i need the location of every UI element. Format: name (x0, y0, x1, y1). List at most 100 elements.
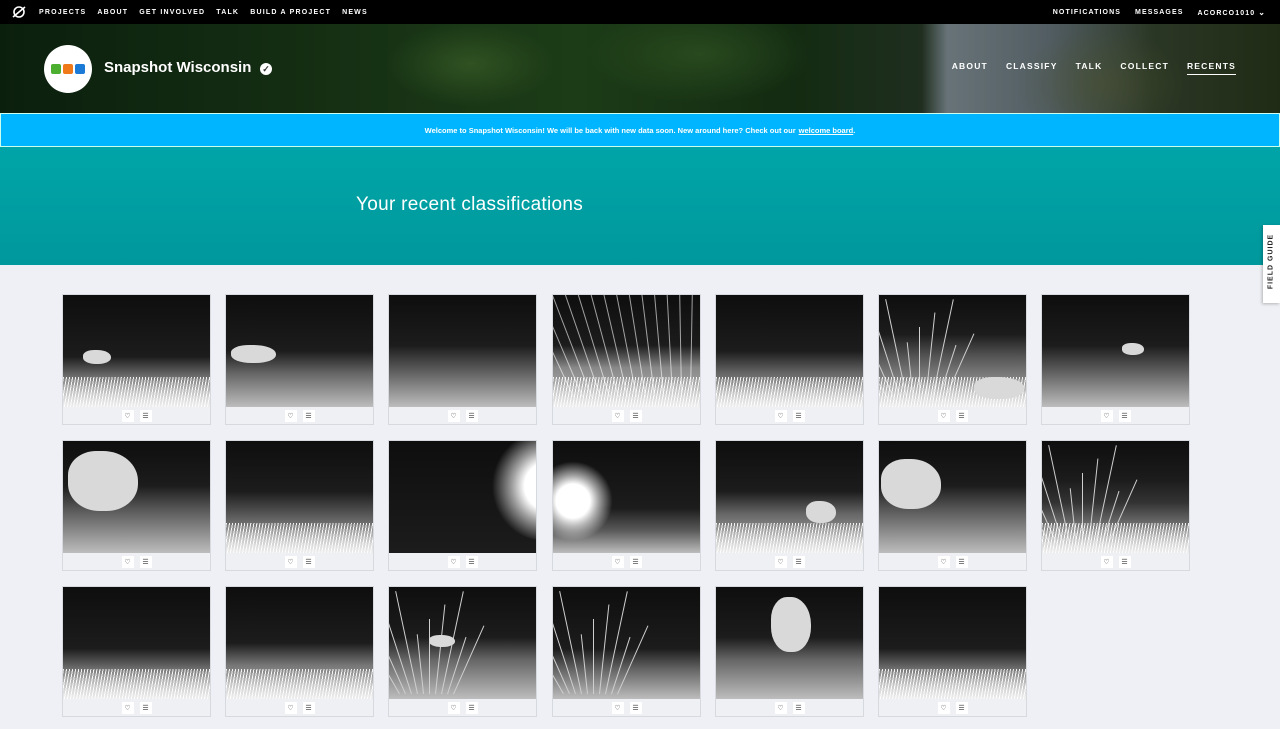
list-icon[interactable]: ☰ (302, 409, 315, 422)
subject-thumbnail[interactable] (226, 441, 373, 553)
heart-icon[interactable]: ♡ (447, 701, 460, 714)
classification-card[interactable]: ♡ ☰ (62, 440, 211, 571)
project-avatar[interactable] (44, 45, 92, 93)
list-icon[interactable]: ☰ (1118, 555, 1131, 568)
heart-icon[interactable]: ♡ (774, 701, 787, 714)
list-icon[interactable]: ☰ (302, 555, 315, 568)
subject-thumbnail[interactable] (389, 587, 536, 699)
zooniverse-logo-icon[interactable] (12, 5, 26, 19)
field-guide-tab[interactable]: FIELD GUIDE (1263, 225, 1280, 303)
classification-card[interactable]: ♡ ☰ (552, 294, 701, 425)
heart-icon[interactable]: ♡ (284, 555, 297, 568)
heart-icon[interactable]: ♡ (611, 555, 624, 568)
welcome-board-link[interactable]: welcome board (799, 126, 854, 135)
heart-icon[interactable]: ♡ (447, 555, 460, 568)
subject-thumbnail[interactable] (226, 295, 373, 407)
list-icon[interactable]: ☰ (465, 555, 478, 568)
classification-card[interactable]: ♡ ☰ (1041, 294, 1190, 425)
classification-card[interactable]: ♡ ☰ (715, 586, 864, 717)
project-nav-classify[interactable]: CLASSIFY (1006, 61, 1058, 75)
list-icon[interactable]: ☰ (139, 409, 152, 422)
list-icon[interactable]: ☰ (629, 409, 642, 422)
field-guide-label: FIELD GUIDE (1267, 233, 1275, 290)
classification-card[interactable]: ♡ ☰ (715, 294, 864, 425)
list-icon[interactable]: ☰ (1118, 409, 1131, 422)
classification-card[interactable]: ♡ ☰ (388, 440, 537, 571)
heart-icon[interactable]: ♡ (611, 409, 624, 422)
site-nav-talk[interactable]: TALK (216, 9, 239, 16)
list-icon[interactable]: ☰ (629, 701, 642, 714)
classification-card[interactable]: ♡ ☰ (62, 586, 211, 717)
classification-card[interactable]: ♡ ☰ (1041, 440, 1190, 571)
list-icon[interactable]: ☰ (302, 701, 315, 714)
project-nav-collect[interactable]: COLLECT (1120, 61, 1169, 75)
classification-card[interactable]: ♡ ☰ (388, 294, 537, 425)
heart-icon[interactable]: ♡ (937, 409, 950, 422)
heart-icon[interactable]: ♡ (774, 555, 787, 568)
subject-thumbnail[interactable] (879, 295, 1026, 407)
list-icon[interactable]: ☰ (465, 409, 478, 422)
site-nav-projects[interactable]: PROJECTS (39, 9, 86, 16)
subject-thumbnail[interactable] (389, 441, 536, 553)
subject-thumbnail[interactable] (389, 295, 536, 407)
list-icon[interactable]: ☰ (139, 701, 152, 714)
classification-card[interactable]: ♡ ☰ (878, 586, 1027, 717)
list-icon[interactable]: ☰ (792, 701, 805, 714)
subject-thumbnail[interactable] (716, 295, 863, 407)
site-nav-get-involved[interactable]: GET INVOLVED (139, 9, 205, 16)
classification-card[interactable]: ♡ ☰ (388, 586, 537, 717)
heart-icon[interactable]: ♡ (121, 409, 134, 422)
classification-card[interactable]: ♡ ☰ (62, 294, 211, 425)
list-icon[interactable]: ☰ (955, 701, 968, 714)
heart-icon[interactable]: ♡ (121, 555, 134, 568)
classification-card[interactable]: ♡ ☰ (552, 440, 701, 571)
classification-card[interactable]: ♡ ☰ (225, 586, 374, 717)
subject-thumbnail[interactable] (1042, 441, 1189, 553)
subject-thumbnail[interactable] (553, 295, 700, 407)
subject-thumbnail[interactable] (63, 587, 210, 699)
subject-thumbnail[interactable] (226, 587, 373, 699)
project-nav-recents[interactable]: RECENTS (1186, 61, 1236, 75)
site-nav-build-a-project[interactable]: BUILD A PROJECT (250, 9, 331, 16)
heart-icon[interactable]: ♡ (284, 409, 297, 422)
heart-icon[interactable]: ♡ (937, 701, 950, 714)
heart-icon[interactable]: ♡ (774, 409, 787, 422)
subject-thumbnail[interactable] (63, 441, 210, 553)
heart-icon[interactable]: ♡ (447, 409, 460, 422)
messages-link[interactable]: MESSAGES (1135, 9, 1183, 16)
classification-card[interactable]: ♡ ☰ (715, 440, 864, 571)
heart-icon[interactable]: ♡ (937, 555, 950, 568)
subject-thumbnail[interactable] (716, 587, 863, 699)
subject-thumbnail[interactable] (879, 587, 1026, 699)
classification-card[interactable]: ♡ ☰ (225, 294, 374, 425)
list-icon[interactable]: ☰ (955, 555, 968, 568)
list-icon[interactable]: ☰ (955, 409, 968, 422)
classification-card[interactable]: ♡ ☰ (225, 440, 374, 571)
heart-icon[interactable]: ♡ (121, 701, 134, 714)
list-icon[interactable]: ☰ (139, 555, 152, 568)
classification-card[interactable]: ♡ ☰ (878, 294, 1027, 425)
user-menu[interactable]: ACORCO1010 ⌄ (1198, 8, 1267, 17)
list-icon[interactable]: ☰ (792, 555, 805, 568)
subject-thumbnail[interactable] (63, 295, 210, 407)
subject-thumbnail[interactable] (1042, 295, 1189, 407)
heart-icon[interactable]: ♡ (284, 701, 297, 714)
list-icon[interactable]: ☰ (629, 555, 642, 568)
subject-thumbnail[interactable] (553, 441, 700, 553)
list-icon[interactable]: ☰ (792, 409, 805, 422)
classification-card[interactable]: ♡ ☰ (878, 440, 1027, 571)
subject-thumbnail[interactable] (716, 441, 863, 553)
heart-icon[interactable]: ♡ (611, 701, 624, 714)
site-nav-news[interactable]: NEWS (342, 9, 368, 16)
project-nav-about[interactable]: ABOUT (952, 61, 988, 75)
heart-icon[interactable]: ♡ (1100, 555, 1113, 568)
subject-thumbnail[interactable] (553, 587, 700, 699)
project-title[interactable]: Snapshot Wisconsin (104, 59, 251, 76)
subject-thumbnail[interactable] (879, 441, 1026, 553)
notifications-link[interactable]: NOTIFICATIONS (1053, 9, 1121, 16)
project-nav-talk[interactable]: TALK (1076, 61, 1103, 75)
heart-icon[interactable]: ♡ (1100, 409, 1113, 422)
site-nav-about[interactable]: ABOUT (97, 9, 128, 16)
list-icon[interactable]: ☰ (465, 701, 478, 714)
classification-card[interactable]: ♡ ☰ (552, 586, 701, 717)
